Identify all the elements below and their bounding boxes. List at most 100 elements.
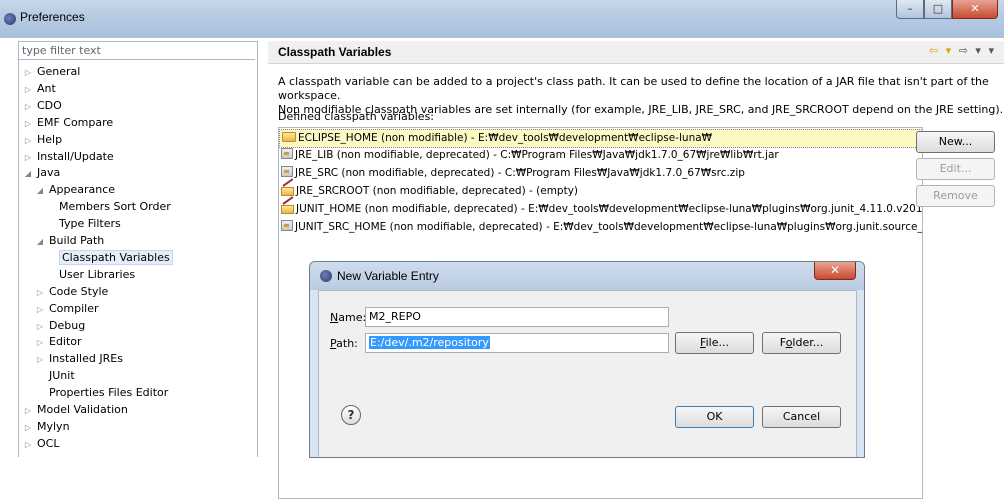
jar-icon xyxy=(281,166,293,177)
tree-item[interactable]: ◢ Java xyxy=(23,165,60,181)
minimize-button[interactable]: – xyxy=(896,0,924,19)
tree-item-label: Appearance xyxy=(49,183,116,197)
expand-arrow-icon[interactable]: ▷ xyxy=(35,352,45,368)
view-menu-icon[interactable]: ▾ xyxy=(988,44,996,57)
tree-item[interactable]: Type Filters xyxy=(59,216,121,232)
tree-item[interactable]: User Libraries xyxy=(59,267,135,283)
remove-button[interactable]: Remove xyxy=(916,185,995,207)
tree-item-label: Compiler xyxy=(49,301,99,315)
tree-item[interactable]: ▷ Installed JREs xyxy=(35,351,123,367)
back-arrow-icon[interactable]: ⇦ ▾ xyxy=(929,44,953,57)
tree-item[interactable]: ◢ Build Path xyxy=(35,233,104,249)
tree-item[interactable]: ▷ Model Validation xyxy=(23,402,128,418)
forward-arrow-icon[interactable]: ⇨ ▾ xyxy=(959,44,983,57)
tree-item[interactable]: ▷ General xyxy=(23,64,80,80)
tree-item[interactable]: ▷ Mylyn xyxy=(23,419,70,435)
tree-item-label: Editor xyxy=(49,335,82,349)
cancel-button[interactable]: Cancel xyxy=(762,406,841,428)
close-window-button[interactable]: ✕ xyxy=(952,0,998,19)
classpath-variable-row[interactable]: JRE_SRC (non modifiable, deprecated) - C… xyxy=(281,165,745,182)
tree-item-label: General xyxy=(37,65,81,78)
expand-arrow-icon[interactable]: ▷ xyxy=(23,116,33,132)
tree-item-label: Installed JREs xyxy=(49,352,123,366)
tree-item-label: Model Validation xyxy=(37,403,128,416)
tree-item[interactable]: ▷ Install/Update xyxy=(23,149,114,165)
tree-item[interactable]: ◢ Appearance xyxy=(35,182,115,198)
page-title: Classpath Variables xyxy=(278,45,392,59)
expand-arrow-icon[interactable]: ▷ xyxy=(35,319,45,335)
folder-button[interactable]: Folder... xyxy=(762,332,841,354)
tree-item[interactable]: ▷ Help xyxy=(23,132,62,148)
tree-item-label: Install/Update xyxy=(37,149,114,163)
defined-variables-label: Defined classpath variables: xyxy=(278,110,435,123)
expand-arrow-icon[interactable]: ▷ xyxy=(23,99,33,115)
dialog-titlebar: New Variable Entry ✕ xyxy=(310,262,864,290)
classpath-variable-row[interactable]: JRE_SRCROOT (non modifiable, deprecated)… xyxy=(281,183,578,200)
variable-text: JRE_SRCROOT (non modifiable, deprecated)… xyxy=(296,185,579,197)
collapse-arrow-icon[interactable]: ◢ xyxy=(35,183,45,199)
expand-arrow-icon[interactable]: ▷ xyxy=(23,420,33,436)
maximize-button[interactable]: □ xyxy=(924,0,952,19)
tree-item[interactable]: Classpath Variables xyxy=(59,249,173,266)
tree-item[interactable]: Properties Files Editor xyxy=(49,385,168,401)
expand-arrow-icon[interactable]: ▷ xyxy=(23,150,33,166)
tree-item[interactable]: ▷ EMF Compare xyxy=(23,115,113,131)
tree-item-label: Code Style xyxy=(49,284,109,298)
expand-arrow-icon[interactable]: ▷ xyxy=(35,302,45,318)
path-input[interactable]: E:/dev/.m2/repository xyxy=(365,333,669,353)
edit-button[interactable]: Edit... xyxy=(916,158,995,180)
tree-item-label: Members Sort Order xyxy=(59,200,171,214)
tree-item-label: OCL xyxy=(37,436,60,450)
tree-item[interactable]: ▷ Compiler xyxy=(35,301,99,317)
classpath-variable-row[interactable]: JUNIT_SRC_HOME (non modifiable, deprecat… xyxy=(281,219,922,236)
tree-item[interactable]: ▷ Editor xyxy=(35,334,82,350)
name-input[interactable]: M2_REPO xyxy=(365,307,669,327)
tree-item[interactable]: ▷ Debug xyxy=(35,318,85,334)
collapse-arrow-icon[interactable]: ◢ xyxy=(35,234,45,250)
expand-arrow-icon[interactable]: ▷ xyxy=(23,403,33,419)
jar-icon xyxy=(281,220,293,231)
classpath-variable-row[interactable]: ECLIPSE_HOME (non modifiable) - E:₩dev_t… xyxy=(279,129,922,148)
ok-button[interactable]: OK xyxy=(675,406,754,428)
classpath-variable-row[interactable]: JRE_LIB (non modifiable, deprecated) - C… xyxy=(281,147,779,164)
new-button[interactable]: New... xyxy=(916,131,995,153)
classpath-variable-row[interactable]: JUNIT_HOME (non modifiable, deprecated) … xyxy=(281,201,922,218)
expand-arrow-icon[interactable]: ▷ xyxy=(35,285,45,301)
window-titlebar: Preferences – □ ✕ xyxy=(0,0,1004,38)
file-button[interactable]: File... xyxy=(675,332,754,354)
variable-text: JRE_SRC (non modifiable, deprecated) - C… xyxy=(295,167,745,179)
tree-item-label: Java xyxy=(37,166,61,180)
tree-item[interactable]: ▷ CDO xyxy=(23,98,62,114)
tree-item-label: Help xyxy=(37,132,63,146)
tree-item-label: CDO xyxy=(37,98,62,112)
pencil-icon xyxy=(281,203,294,214)
dialog-title: New Variable Entry xyxy=(337,269,439,283)
variable-text: JRE_LIB (non modifiable, deprecated) - C… xyxy=(295,149,779,161)
help-icon[interactable]: ? xyxy=(341,405,361,425)
expand-arrow-icon[interactable]: ▷ xyxy=(23,437,33,453)
tree-item[interactable]: JUnit xyxy=(49,368,75,384)
expand-arrow-icon[interactable]: ▷ xyxy=(35,335,45,351)
path-selected-text: E:/dev/.m2/repository xyxy=(369,336,490,349)
tree-item[interactable]: ▷ OCL xyxy=(23,436,60,453)
tree-item[interactable]: ▷ Code Style xyxy=(35,284,108,300)
folder-icon xyxy=(282,132,296,142)
expand-arrow-icon[interactable]: ▷ xyxy=(23,82,33,98)
new-variable-entry-dialog: New Variable Entry ✕ Name: M2_REPO Path:… xyxy=(309,261,865,458)
page-header: Classpath Variables ⇦ ▾ ⇨ ▾ ▾ xyxy=(268,41,1004,64)
tree-item-label: Classpath Variables xyxy=(59,249,173,265)
description-line-1: A classpath variable can be added to a p… xyxy=(278,75,989,102)
tree-item-label: EMF Compare xyxy=(37,115,114,129)
dialog-close-button[interactable]: ✕ xyxy=(814,262,856,280)
filter-input[interactable]: type filter text xyxy=(19,42,255,60)
expand-arrow-icon[interactable]: ▷ xyxy=(23,133,33,149)
window-title: Preferences xyxy=(20,10,85,24)
tree-item-label: Debug xyxy=(49,318,86,332)
tree-item-label: Properties Files Editor xyxy=(49,386,169,400)
tree-item[interactable]: Members Sort Order xyxy=(59,199,171,215)
window-controls: – □ ✕ xyxy=(896,0,998,20)
tree-item[interactable]: ▷ Ant xyxy=(23,81,56,97)
tree-item-label: Mylyn xyxy=(37,419,70,433)
collapse-arrow-icon[interactable]: ◢ xyxy=(23,166,33,182)
expand-arrow-icon[interactable]: ▷ xyxy=(23,65,33,81)
